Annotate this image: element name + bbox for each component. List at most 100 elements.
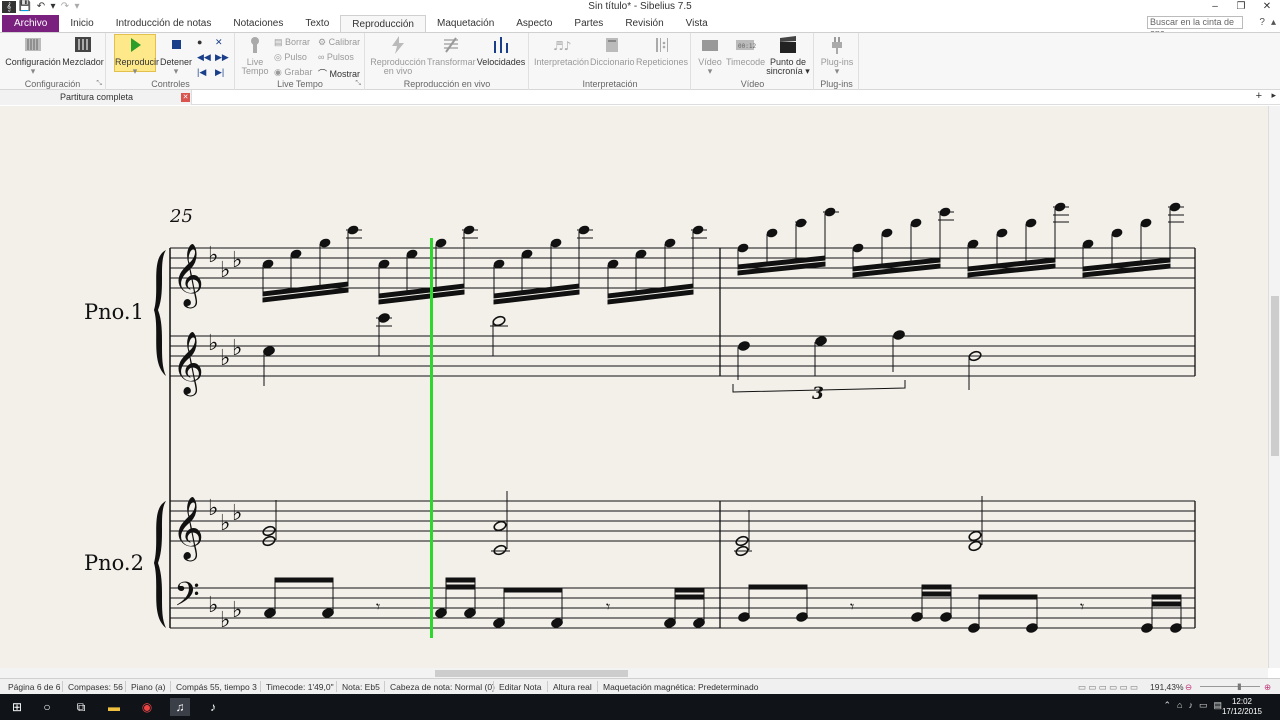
save-icon[interactable]: 💾	[18, 1, 32, 13]
tab-vista[interactable]: Vista	[675, 15, 719, 32]
punto-sincronia-button[interactable]: Punto de sincronía ▾	[766, 35, 810, 76]
clock-time: 12:02	[1231, 697, 1252, 706]
close-tab-icon[interactable]: ✕	[181, 93, 190, 102]
go-to-end-icon[interactable]: ▶|	[215, 67, 224, 78]
playback-setup-icon	[25, 38, 41, 51]
transformar-button[interactable]: Transformar	[427, 35, 476, 67]
app-taskbar-icon[interactable]: ♪	[204, 698, 222, 716]
tab-partitura-completa[interactable]: Partitura completa	[0, 90, 192, 105]
help-icon[interactable]: ?	[1259, 17, 1265, 28]
interpretacion-button[interactable]: ♬♪ Interpretación	[534, 35, 589, 67]
tray-chevron-icon[interactable]: ⌃	[1163, 700, 1171, 711]
borrar-button[interactable]: ▤ Borrar	[274, 37, 310, 48]
windows-start-icon[interactable]: ⊞	[8, 698, 26, 716]
tab-notaciones[interactable]: Notaciones	[222, 15, 294, 32]
configuracion-button[interactable]: Configuración ▾	[4, 35, 62, 76]
dialog-launcher-icon[interactable]: ⤡	[355, 80, 361, 88]
velocidades-button[interactable]: Velocidades	[476, 35, 526, 67]
task-view-icon[interactable]: ⧉	[72, 698, 90, 716]
group-label-live-tempo: Live Tempo	[277, 79, 323, 89]
redo-icon[interactable]: ↷	[58, 1, 72, 13]
mezclador-button[interactable]: Mezclador	[62, 35, 104, 67]
minimize-icon[interactable]: –	[1202, 0, 1228, 14]
view-mode-icons[interactable]: ▭ ▭ ▭ ▭ ▭ ▭	[1078, 682, 1138, 693]
lightning-icon	[392, 36, 404, 54]
tab-aspecto[interactable]: Aspecto	[505, 15, 563, 32]
quick-access-toolbar: 𝄞 💾 ↶ ▾ ↷ ▾	[0, 0, 80, 14]
tab-texto[interactable]: Texto	[294, 15, 340, 32]
volume-icon[interactable]: ♪	[1188, 700, 1193, 711]
grabar-button[interactable]: ◉ Grabar	[274, 67, 312, 78]
calibrar-button[interactable]: ⚙ Calibrar	[318, 37, 360, 48]
score-svg[interactable]: 25 Pno.1 Pno.2 𝄞 𝄞 𝄞 𝄢 ♭♭ ♭ ♭♭ ♭ ♭♭ ♭ ♭♭…	[0, 106, 1268, 668]
dialog-launcher-icon[interactable]: ⤡	[96, 80, 102, 88]
plugins-button[interactable]: Plug-ins ▾	[819, 35, 855, 76]
play-icon	[131, 38, 141, 52]
fast-forward-icon[interactable]: ▶▶	[215, 52, 229, 63]
keyboard-icon[interactable]: ▭	[1199, 700, 1208, 711]
instrument-name-2: Pno.2	[84, 551, 144, 575]
notification-icon[interactable]: ▤	[1213, 700, 1222, 711]
svg-text:♭: ♭	[220, 346, 230, 371]
vertical-scroll-thumb[interactable]	[1271, 296, 1279, 456]
zoom-slider[interactable]	[1200, 686, 1260, 687]
tuplet-number: 3	[812, 384, 824, 404]
detener-button[interactable]: Detener ▾	[157, 35, 195, 76]
playback-line[interactable]	[430, 238, 433, 638]
video-button[interactable]: Vídeo ▾	[696, 35, 724, 76]
pulsos-button[interactable]: ∞ Pulsos	[318, 52, 354, 62]
reproducir-button[interactable]: Reproducir ▾	[114, 34, 159, 76]
search-icon[interactable]: ○	[38, 698, 56, 716]
horizontal-scroll-thumb[interactable]	[435, 670, 628, 677]
record-icon[interactable]: ●	[197, 37, 202, 47]
tab-partes[interactable]: Partes	[563, 15, 614, 32]
tab-archivo[interactable]: Archivo	[2, 15, 60, 32]
tab-maquetacion[interactable]: Maquetación	[426, 15, 505, 32]
title-bar: 𝄞 💾 ↶ ▾ ↷ ▾ Sin título* - Sibelius 7.5 –…	[0, 0, 1280, 14]
go-to-start-icon[interactable]: |◀	[197, 67, 206, 78]
chrome-icon[interactable]: ◉	[138, 698, 156, 716]
group-label-video: Vídeo	[740, 79, 765, 89]
timecode-button[interactable]: 00:12 Timecode	[726, 35, 765, 67]
reproduccion-en-vivo-button[interactable]: Reproducción en vivo	[370, 35, 426, 76]
tab-revision[interactable]: Revisión	[614, 15, 674, 32]
group-label-plugins: Plug-ins	[820, 79, 853, 89]
tab-introduccion-notas[interactable]: Introducción de notas	[105, 15, 223, 32]
treble-clef-3: 𝄞	[172, 496, 204, 562]
tab-inicio[interactable]: Inicio	[59, 15, 104, 32]
zoom-slider-thumb[interactable]: ▮	[1237, 681, 1242, 692]
tab-reproduccion[interactable]: Reproducción	[340, 15, 426, 32]
pulso-button[interactable]: ◎ Pulso	[274, 52, 307, 63]
ribbon-search-input[interactable]: Buscar en la cinta de opc...	[1147, 16, 1243, 38]
status-notehead: Cabeza de nota: Normal (0)	[390, 682, 495, 692]
ribbon-collapse-icon[interactable]: ▴	[1271, 17, 1276, 28]
undo-icon[interactable]: ↶	[34, 1, 48, 13]
vertical-scrollbar[interactable]	[1268, 106, 1280, 668]
repeats-icon	[656, 38, 668, 52]
note-group	[493, 225, 593, 305]
sibelius-taskbar-icon[interactable]: ♫	[170, 698, 190, 716]
diccionario-button[interactable]: Diccionario	[590, 35, 635, 67]
group-video: Vídeo ▾ 00:12 Timecode Punto de sincronía …	[692, 33, 814, 90]
horizontal-scrollbar[interactable]	[0, 668, 1268, 678]
repeticiones-button[interactable]: Repeticiones	[636, 35, 688, 67]
restore-icon[interactable]: ❐	[1228, 0, 1254, 14]
svg-text:𝄾: 𝄾	[850, 597, 854, 616]
sibelius-logo-icon: 𝄞	[2, 1, 16, 13]
new-tab-icon[interactable]: +	[1256, 90, 1262, 102]
stop-record-icon[interactable]: ✕	[215, 37, 223, 48]
zoom-out-icon[interactable]: ⊖	[1185, 682, 1192, 693]
file-explorer-icon[interactable]: ▬	[105, 698, 123, 716]
note-group	[378, 225, 478, 305]
undo-dropdown-icon[interactable]: ▾	[50, 1, 56, 13]
collapse-tabs-icon[interactable]: ▸	[1271, 90, 1276, 101]
redo-dropdown-icon[interactable]: ▾	[74, 1, 80, 13]
live-tempo-button[interactable]: Live Tempo	[239, 35, 271, 76]
timecode-icon: 00:12	[736, 40, 756, 50]
close-icon[interactable]: ✕	[1254, 0, 1280, 14]
rewind-icon[interactable]: ◀◀	[197, 52, 211, 63]
score-canvas[interactable]: 25 Pno.1 Pno.2 𝄞 𝄞 𝄞 𝄢 ♭ ♭ ♭ ♭ ♭ ♭ ♭ ♭ ♭…	[0, 106, 1268, 668]
taskbar-clock[interactable]: 12:02 17/12/2015	[1222, 697, 1262, 717]
zoom-in-icon[interactable]: ⊕	[1264, 682, 1271, 693]
network-icon[interactable]: ⌂	[1177, 700, 1182, 711]
